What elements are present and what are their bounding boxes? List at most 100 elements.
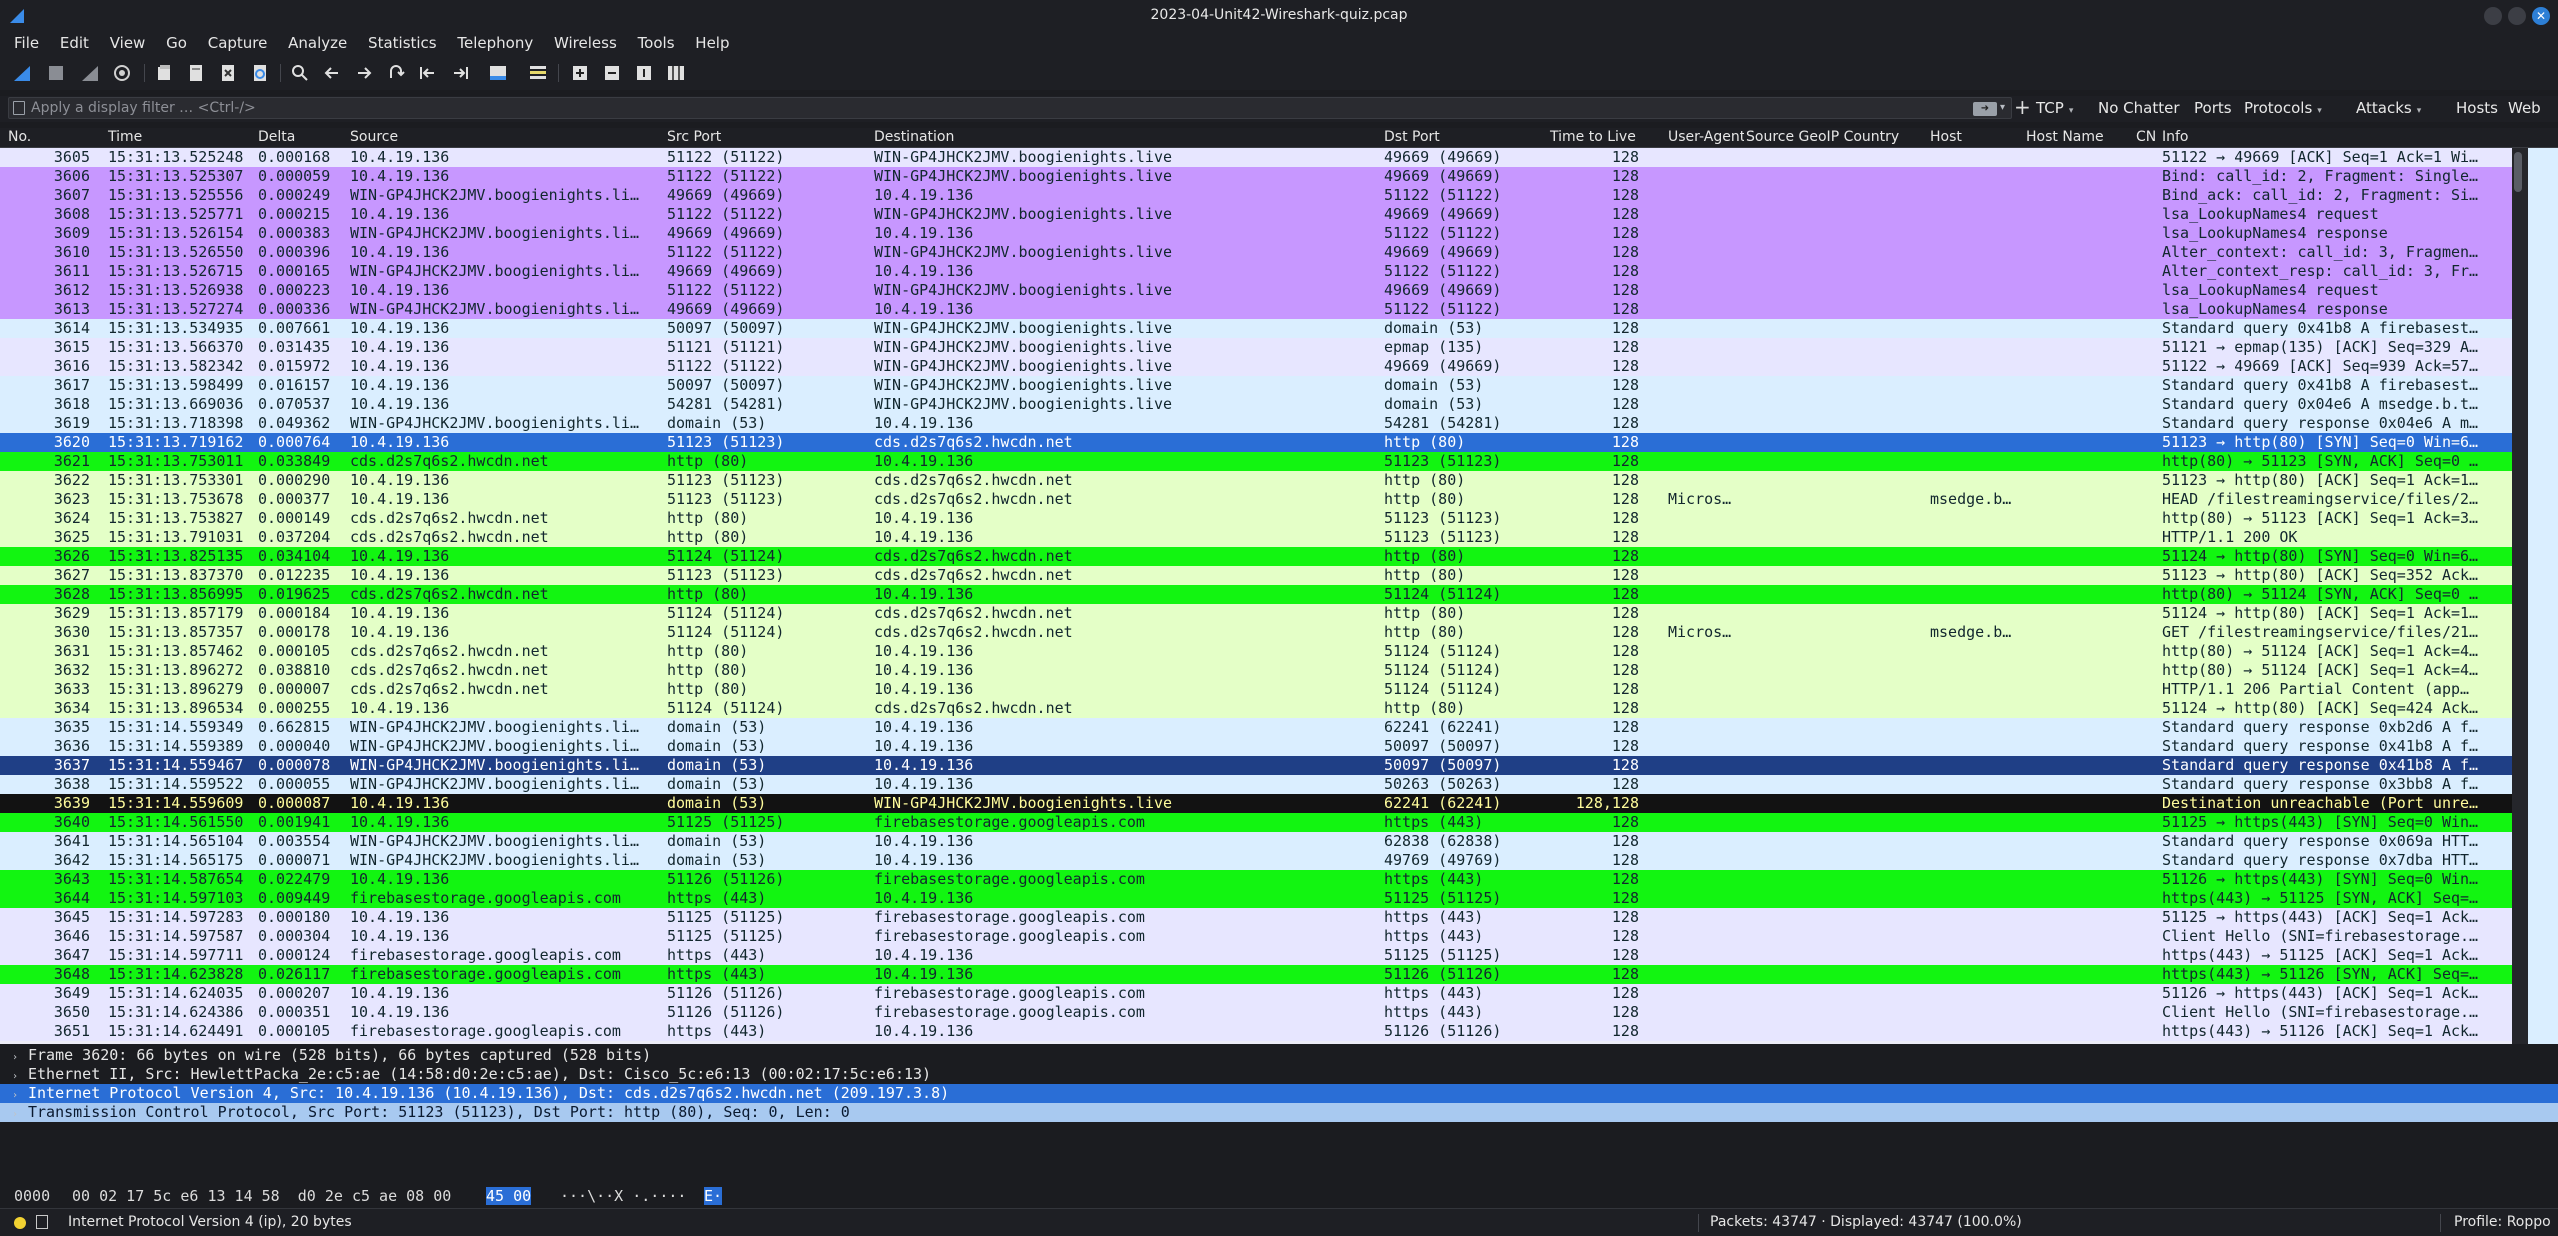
packet-row[interactable]: 3632 15:31:13.896272 0.038810 cds.d2s7q6s2.… [0,661,2512,680]
colorize-icon[interactable] [528,63,548,83]
restart-capture-icon[interactable] [80,63,100,83]
packet-row[interactable]: 3638 15:31:14.559522 0.000055 WIN-GP4JHCK2J… [0,775,2512,794]
packet-list[interactable]: 3605 15:31:13.525248 0.000168 10.4.19.136 51… [0,148,2512,1044]
packet-row[interactable]: 3648 15:31:14.623828 0.026117 firebasestora… [0,965,2512,984]
packet-row[interactable]: 3607 15:31:13.525556 0.000249 WIN-GP4JHCK2J… [0,186,2512,205]
detail-tree-item[interactable]: › Frame 3620: 66 bytes on wire (528 bits)… [0,1046,2558,1065]
packet-row[interactable]: 3645 15:31:14.597283 0.000180 10.4.19.136 51… [0,908,2512,927]
bytes-hex-highlight[interactable]: 45 00 [486,1187,532,1205]
filter-button-tcp[interactable]: TCP ▾ [2036,99,2073,117]
packet-row[interactable]: 3623 15:31:13.753678 0.000377 10.4.19.136 51… [0,490,2512,509]
packet-row[interactable]: 3626 15:31:13.825135 0.034104 10.4.19.136 51… [0,547,2512,566]
filter-button-web[interactable]: Web [2508,99,2541,117]
column-header-destination[interactable]: Destination [874,129,954,145]
column-header-geoip[interactable]: Source GeoIP Country [1746,129,1899,145]
column-header-no[interactable]: No. [8,129,31,145]
packet-row[interactable]: 3625 15:31:13.791031 0.037204 cds.d2s7q6s2.… [0,528,2512,547]
capture-options-icon[interactable] [112,63,132,83]
packet-row[interactable]: 3605 15:31:13.525248 0.000168 10.4.19.136 51… [0,148,2512,167]
packet-row[interactable]: 3615 15:31:13.566370 0.031435 10.4.19.136 51… [0,338,2512,357]
packet-row[interactable]: 3614 15:31:13.534935 0.007661 10.4.19.136 50… [0,319,2512,338]
menu-view[interactable]: View [102,30,154,56]
packet-row[interactable]: 3617 15:31:13.598499 0.016157 10.4.19.136 50… [0,376,2512,395]
column-header-host[interactable]: Host [1930,129,1962,145]
column-header-time[interactable]: Time [108,129,142,145]
start-capture-icon[interactable] [12,63,32,83]
packet-row[interactable]: 3620 15:31:13.719162 0.000764 10.4.19.136 51… [0,433,2512,452]
filter-button-no-chatter[interactable]: No Chatter [2098,99,2180,117]
packet-row[interactable]: 3616 15:31:13.582342 0.015972 10.4.19.136 51… [0,357,2512,376]
find-packet-icon[interactable] [290,63,310,83]
scrollbar-track[interactable] [2512,148,2528,1044]
zoom-out-icon[interactable] [602,63,622,83]
column-header-host-name[interactable]: Host Name [2026,129,2104,145]
filter-button-hosts[interactable]: Hosts [2456,99,2498,117]
apply-filter-arrow-icon[interactable]: ➜ [1973,102,1997,116]
menu-analyze[interactable]: Analyze [280,30,355,56]
expert-info-icon[interactable] [14,1217,26,1229]
go-forward-icon[interactable] [354,63,374,83]
menu-capture[interactable]: Capture [200,30,276,56]
filter-button-attacks[interactable]: Attacks ▾ [2356,99,2421,117]
packet-row[interactable]: 3651 15:31:14.624491 0.000105 firebasestora… [0,1022,2512,1041]
go-to-packet-icon[interactable] [386,63,406,83]
packet-row[interactable]: 3606 15:31:13.525307 0.000059 10.4.19.136 51… [0,167,2512,186]
bookmark-icon[interactable] [13,101,25,115]
column-header-cn[interactable]: CN [2136,129,2156,145]
close-button[interactable]: ✕ [2532,7,2550,25]
menu-telephony[interactable]: Telephony [449,30,541,56]
filter-button-protocols[interactable]: Protocols ▾ [2244,99,2322,117]
packet-row[interactable]: 3643 15:31:14.587654 0.022479 10.4.19.136 51… [0,870,2512,889]
normal-size-icon[interactable] [634,63,654,83]
filter-history-chevron-icon[interactable]: ▾ [2000,102,2005,113]
column-header-source[interactable]: Source [350,129,398,145]
packet-row[interactable]: 3610 15:31:13.526550 0.000396 10.4.19.136 51… [0,243,2512,262]
packet-row[interactable]: 3633 15:31:13.896279 0.000007 cds.d2s7q6s2.… [0,680,2512,699]
minimize-button[interactable] [2484,7,2502,25]
packet-row[interactable]: 3644 15:31:14.597103 0.009449 firebasestora… [0,889,2512,908]
menu-go[interactable]: Go [158,30,195,56]
first-packet-icon[interactable] [418,63,438,83]
packet-row[interactable]: 3621 15:31:13.753011 0.033849 cds.d2s7q6s2.… [0,452,2512,471]
column-header-dst-port[interactable]: Dst Port [1384,129,1440,145]
packet-row[interactable]: 3608 15:31:13.525771 0.000215 10.4.19.136 51… [0,205,2512,224]
go-back-icon[interactable] [322,63,342,83]
packet-row[interactable]: 3635 15:31:14.559349 0.662815 WIN-GP4JHCK2J… [0,718,2512,737]
resize-columns-icon[interactable] [666,63,686,83]
menu-statistics[interactable]: Statistics [360,30,445,56]
packet-row[interactable]: 3650 15:31:14.624386 0.000351 10.4.19.136 51… [0,1003,2512,1022]
status-profile[interactable]: Profile: Roppo [2454,1214,2551,1230]
stop-capture-icon[interactable] [46,63,66,83]
packet-row[interactable]: 3611 15:31:13.526715 0.000165 WIN-GP4JHCK2J… [0,262,2512,281]
close-file-icon[interactable] [218,63,238,83]
save-file-icon[interactable] [186,63,206,83]
auto-scroll-icon[interactable] [488,63,508,83]
menu-help[interactable]: Help [687,30,737,56]
packet-row[interactable]: 3624 15:31:13.753827 0.000149 cds.d2s7q6s2.… [0,509,2512,528]
packet-minimap[interactable] [2528,148,2558,1044]
bytes-hex[interactable]: 00 02 17 5c e6 13 14 58 d0 2e c5 ae 08 0… [72,1187,451,1205]
menu-wireless[interactable]: Wireless [546,30,625,56]
reload-file-icon[interactable] [250,63,270,83]
detail-tree-item[interactable]: › Ethernet II, Src: HewlettPacka_2e:c5:ae… [0,1065,2558,1084]
packet-row[interactable]: 3636 15:31:14.559389 0.000040 WIN-GP4JHCK2J… [0,737,2512,756]
packet-row[interactable]: 3628 15:31:13.856995 0.019625 cds.d2s7q6s2.… [0,585,2512,604]
filter-button-ports[interactable]: Ports [2194,99,2232,117]
zoom-in-icon[interactable] [570,63,590,83]
last-packet-icon[interactable] [450,63,470,83]
column-header-user-agent[interactable]: User-Agent [1668,129,1744,145]
packet-row[interactable]: 3642 15:31:14.565175 0.000071 WIN-GP4JHCK2J… [0,851,2512,870]
packet-row[interactable]: 3618 15:31:13.669036 0.070537 10.4.19.136 54… [0,395,2512,414]
capture-comment-icon[interactable] [36,1215,48,1229]
packet-row[interactable]: 3630 15:31:13.857357 0.000178 10.4.19.136 51… [0,623,2512,642]
packet-row[interactable]: 3646 15:31:14.597587 0.000304 10.4.19.136 51… [0,927,2512,946]
maximize-button[interactable] [2508,7,2526,25]
detail-tree-item[interactable]: › Transmission Control Protocol, Src Port… [0,1103,2558,1122]
menu-file[interactable]: File [0,30,47,56]
packet-row[interactable]: 3629 15:31:13.857179 0.000184 10.4.19.136 51… [0,604,2512,623]
packet-list-scrollbar[interactable] [2512,148,2558,1044]
packet-row[interactable]: 3613 15:31:13.527274 0.000336 WIN-GP4JHCK2J… [0,300,2512,319]
packet-row[interactable]: 3619 15:31:13.718398 0.049362 WIN-GP4JHCK2J… [0,414,2512,433]
bytes-ascii[interactable]: ···\··X ·.···· [560,1187,686,1205]
packet-row[interactable]: 3622 15:31:13.753301 0.000290 10.4.19.136 51… [0,471,2512,490]
